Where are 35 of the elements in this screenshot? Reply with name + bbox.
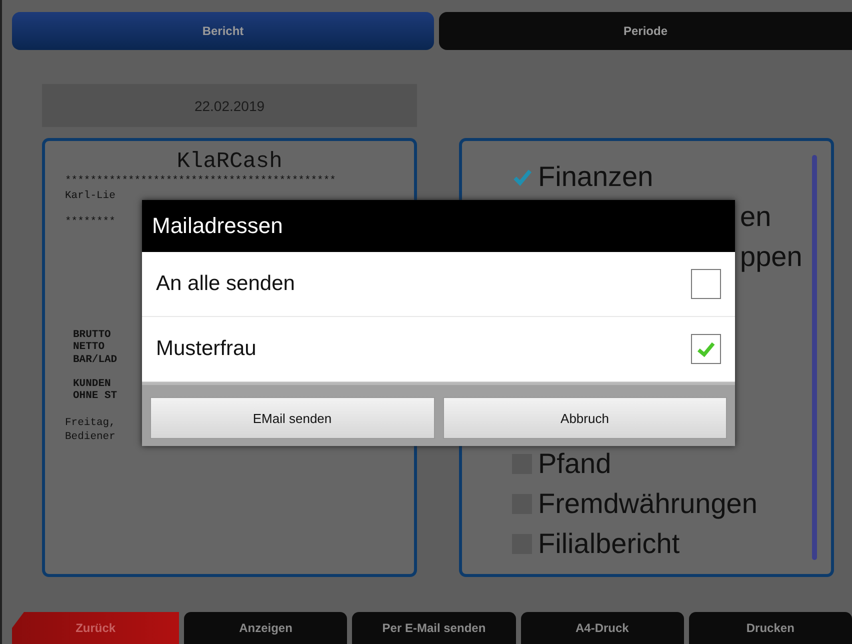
item-label: Musterfrau [156,337,256,361]
dialog-button[interactable]: EMail senden [150,397,434,439]
checkbox[interactable] [691,269,721,299]
option-label[interactable]: Filialbericht [538,528,680,560]
receipt-line: NETTO [72,341,105,353]
toolbar-button[interactable]: Drucken [688,612,852,644]
check-icon [512,167,532,187]
list-item[interactable]: An alle senden [142,252,735,317]
receipt-line: Freitag, [65,416,116,430]
option-label[interactable]: ppen [740,241,802,273]
option-label[interactable]: Pfand [538,448,612,480]
receipt-line: BRUTTO [72,329,111,341]
receipt-line: Karl-Lie [65,189,116,203]
receipt-line: OHNE ST [72,390,118,402]
scrollbar[interactable] [812,155,817,560]
option-label[interactable]: en [740,201,772,233]
toolbar-button[interactable]: Per E-Mail senden [352,612,516,644]
toolbar-button[interactable]: A4-Druck [520,612,684,644]
toolbar-button[interactable]: Anzeigen [184,612,348,644]
receipt-line: BAR/LAD [72,354,118,366]
tab[interactable]: Bericht [12,12,434,50]
checkbox[interactable] [691,334,721,364]
receipt-line: ******** [65,215,116,229]
receipt-title: KlaRCash [176,149,284,174]
receipt-line: Bediener [65,430,116,444]
item-label: An alle senden [156,272,295,296]
checkbox[interactable] [512,167,532,187]
tab[interactable]: Periode [439,12,852,50]
receipt-line: KUNDEN [72,378,111,390]
list-item[interactable]: Musterfrau [142,317,735,382]
dialog-title: Mailadressen [142,200,735,252]
receipt-line: ******************************************* [65,174,336,188]
option-label[interactable]: Finanzen [538,161,654,193]
option-label[interactable]: Fremdwährungen [538,488,758,520]
dialog-button[interactable]: Abbruch [442,397,727,439]
